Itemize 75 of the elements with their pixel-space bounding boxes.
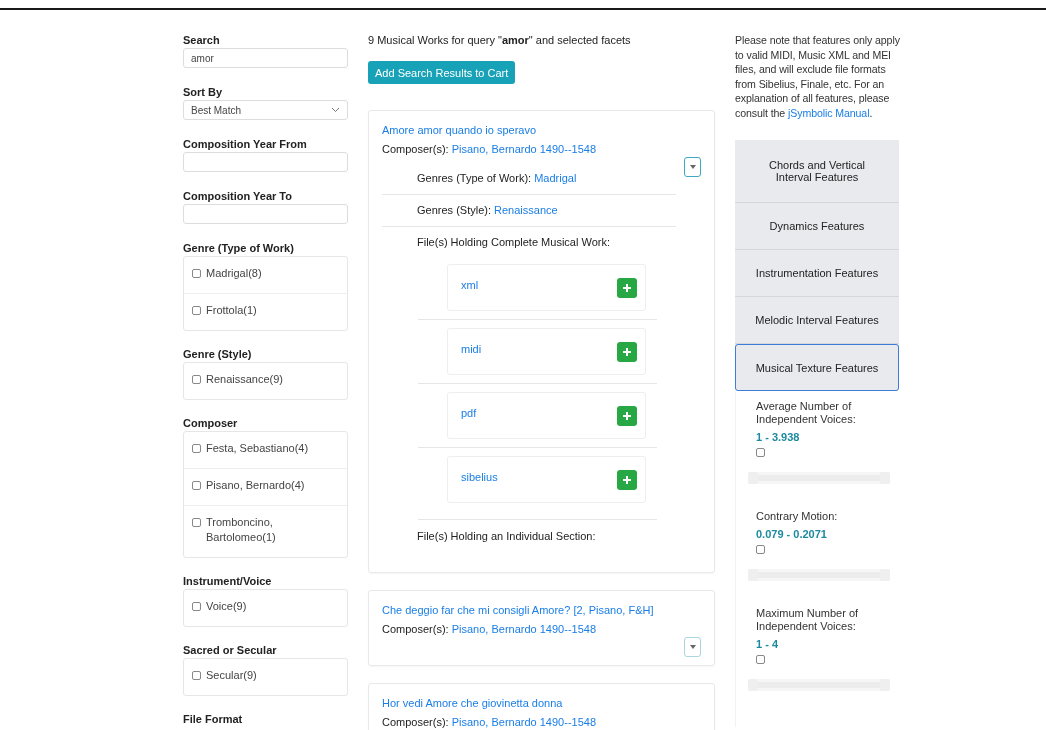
files-heading: File(s) Holding an Individual Section: — [417, 530, 596, 542]
sort-dropdown[interactable]: Best Match — [183, 100, 348, 120]
detail-label: Genres (Style): — [417, 204, 491, 216]
checkbox[interactable] — [192, 518, 201, 527]
text-field[interactable]: amor — [183, 48, 348, 68]
feature-label: Average Number of Independent Voices: — [756, 400, 857, 426]
checkbox[interactable] — [192, 269, 201, 278]
expand-toggle[interactable] — [684, 157, 701, 177]
composer-link[interactable]: Pisano, Bernardo 1490--1548 — [451, 716, 596, 728]
caret-icon — [689, 165, 696, 169]
add-file-button[interactable] — [617, 469, 637, 490]
feature-group-tab[interactable]: Musical Texture Features — [735, 344, 899, 391]
plus-icon — [623, 475, 631, 484]
checkbox[interactable] — [756, 655, 765, 664]
feature-group-tab[interactable]: Chords and Vertical Interval Features — [735, 140, 899, 203]
facet-option[interactable]: Frottola(1) — [206, 303, 257, 318]
field-label: Composition Year From — [183, 137, 308, 151]
work-title-link[interactable]: Che deggio far che mi consigli Amore? [2, Pisano, F&H] — [382, 601, 701, 620]
plus-icon — [623, 347, 631, 356]
field-label: Instrument/Voice — [183, 574, 273, 588]
detail-label: Genres (Type of Work): — [417, 172, 532, 184]
feature-note: Please note that features only apply to valid MIDI, Music XML and MEI files, and will exclude file formats from Sibelius, Finale, etc. For an explanation of all features, please consult the jSymbolic Manual. — [735, 33, 901, 120]
caret-icon — [689, 645, 696, 649]
add-file-button[interactable] — [617, 341, 637, 362]
file-link[interactable]: pdf — [461, 407, 477, 419]
file-link[interactable]: xml — [461, 279, 479, 291]
checkbox[interactable] — [192, 306, 201, 315]
facet-option[interactable]: Secular(9) — [206, 668, 257, 683]
file-link[interactable]: sibelius — [461, 471, 498, 483]
checkbox[interactable] — [756, 545, 765, 554]
chevron-icon — [331, 107, 340, 113]
facet-option[interactable]: Renaissance(9) — [206, 372, 284, 387]
field-label: Genre (Type of Work) — [183, 241, 295, 255]
plus-icon — [623, 411, 631, 420]
composer-link[interactable]: Pisano, Bernardo 1490--1548 — [451, 623, 596, 635]
add-file-button[interactable] — [617, 277, 637, 298]
range-value: 1 - 4 — [756, 638, 779, 650]
facet-option[interactable]: Tromboncino, Bartolomeo(1) — [206, 515, 339, 545]
detail-link[interactable]: Madrigal — [534, 172, 577, 184]
field-label: Search — [183, 33, 221, 47]
range-value: 0.079 - 0.2071 — [756, 528, 828, 540]
field-label: File Format — [183, 712, 244, 726]
plus-icon — [623, 283, 631, 292]
field-label: Sort By — [183, 85, 224, 99]
results-summary: 9 Musical Works for query "amor" and selected facets — [368, 33, 632, 47]
files-heading: File(s) Holding Complete Musical Work: — [416, 235, 611, 250]
field-label: Sacred or Secular — [183, 643, 278, 657]
composer-link[interactable]: Pisano, Bernardo 1490--1548 — [451, 143, 596, 155]
work-title-link[interactable]: Hor vedi Amore che giovinetta donna — [382, 694, 701, 713]
work-title-link[interactable]: Amore amor quando io speravo — [382, 121, 701, 140]
facet-option[interactable]: Voice(9) — [206, 599, 247, 614]
checkbox[interactable] — [756, 448, 765, 457]
field-label: Composition Year To — [183, 189, 293, 203]
facet-option[interactable]: Festa, Sebastiano(4) — [206, 441, 309, 456]
expand-toggle[interactable] — [684, 637, 701, 657]
composer-label: Composer(s): — [382, 623, 449, 635]
checkbox[interactable] — [192, 671, 201, 680]
range-value: 1 - 3.938 — [756, 431, 801, 443]
field-label: Composer — [183, 416, 239, 430]
composer-label: Composer(s): — [382, 716, 449, 728]
checkbox[interactable] — [192, 481, 201, 490]
checkbox[interactable] — [192, 602, 201, 611]
add-file-button[interactable] — [617, 405, 637, 426]
checkbox[interactable] — [192, 375, 201, 384]
checkbox[interactable] — [192, 444, 201, 453]
facet-option[interactable]: Pisano, Bernardo(4) — [206, 478, 305, 493]
detail-link[interactable]: Renaissance — [494, 204, 558, 216]
text-field[interactable] — [183, 204, 348, 224]
field-label: Genre (Style) — [183, 347, 253, 361]
file-link[interactable]: midi — [461, 343, 482, 355]
feature-label: Maximum Number of Independent Voices: — [756, 607, 860, 633]
composer-label: Composer(s): — [382, 143, 449, 155]
facet-option[interactable]: Madrigal(8) — [206, 266, 262, 281]
feature-label: Contrary Motion: — [756, 510, 839, 523]
text-field[interactable] — [183, 152, 348, 172]
